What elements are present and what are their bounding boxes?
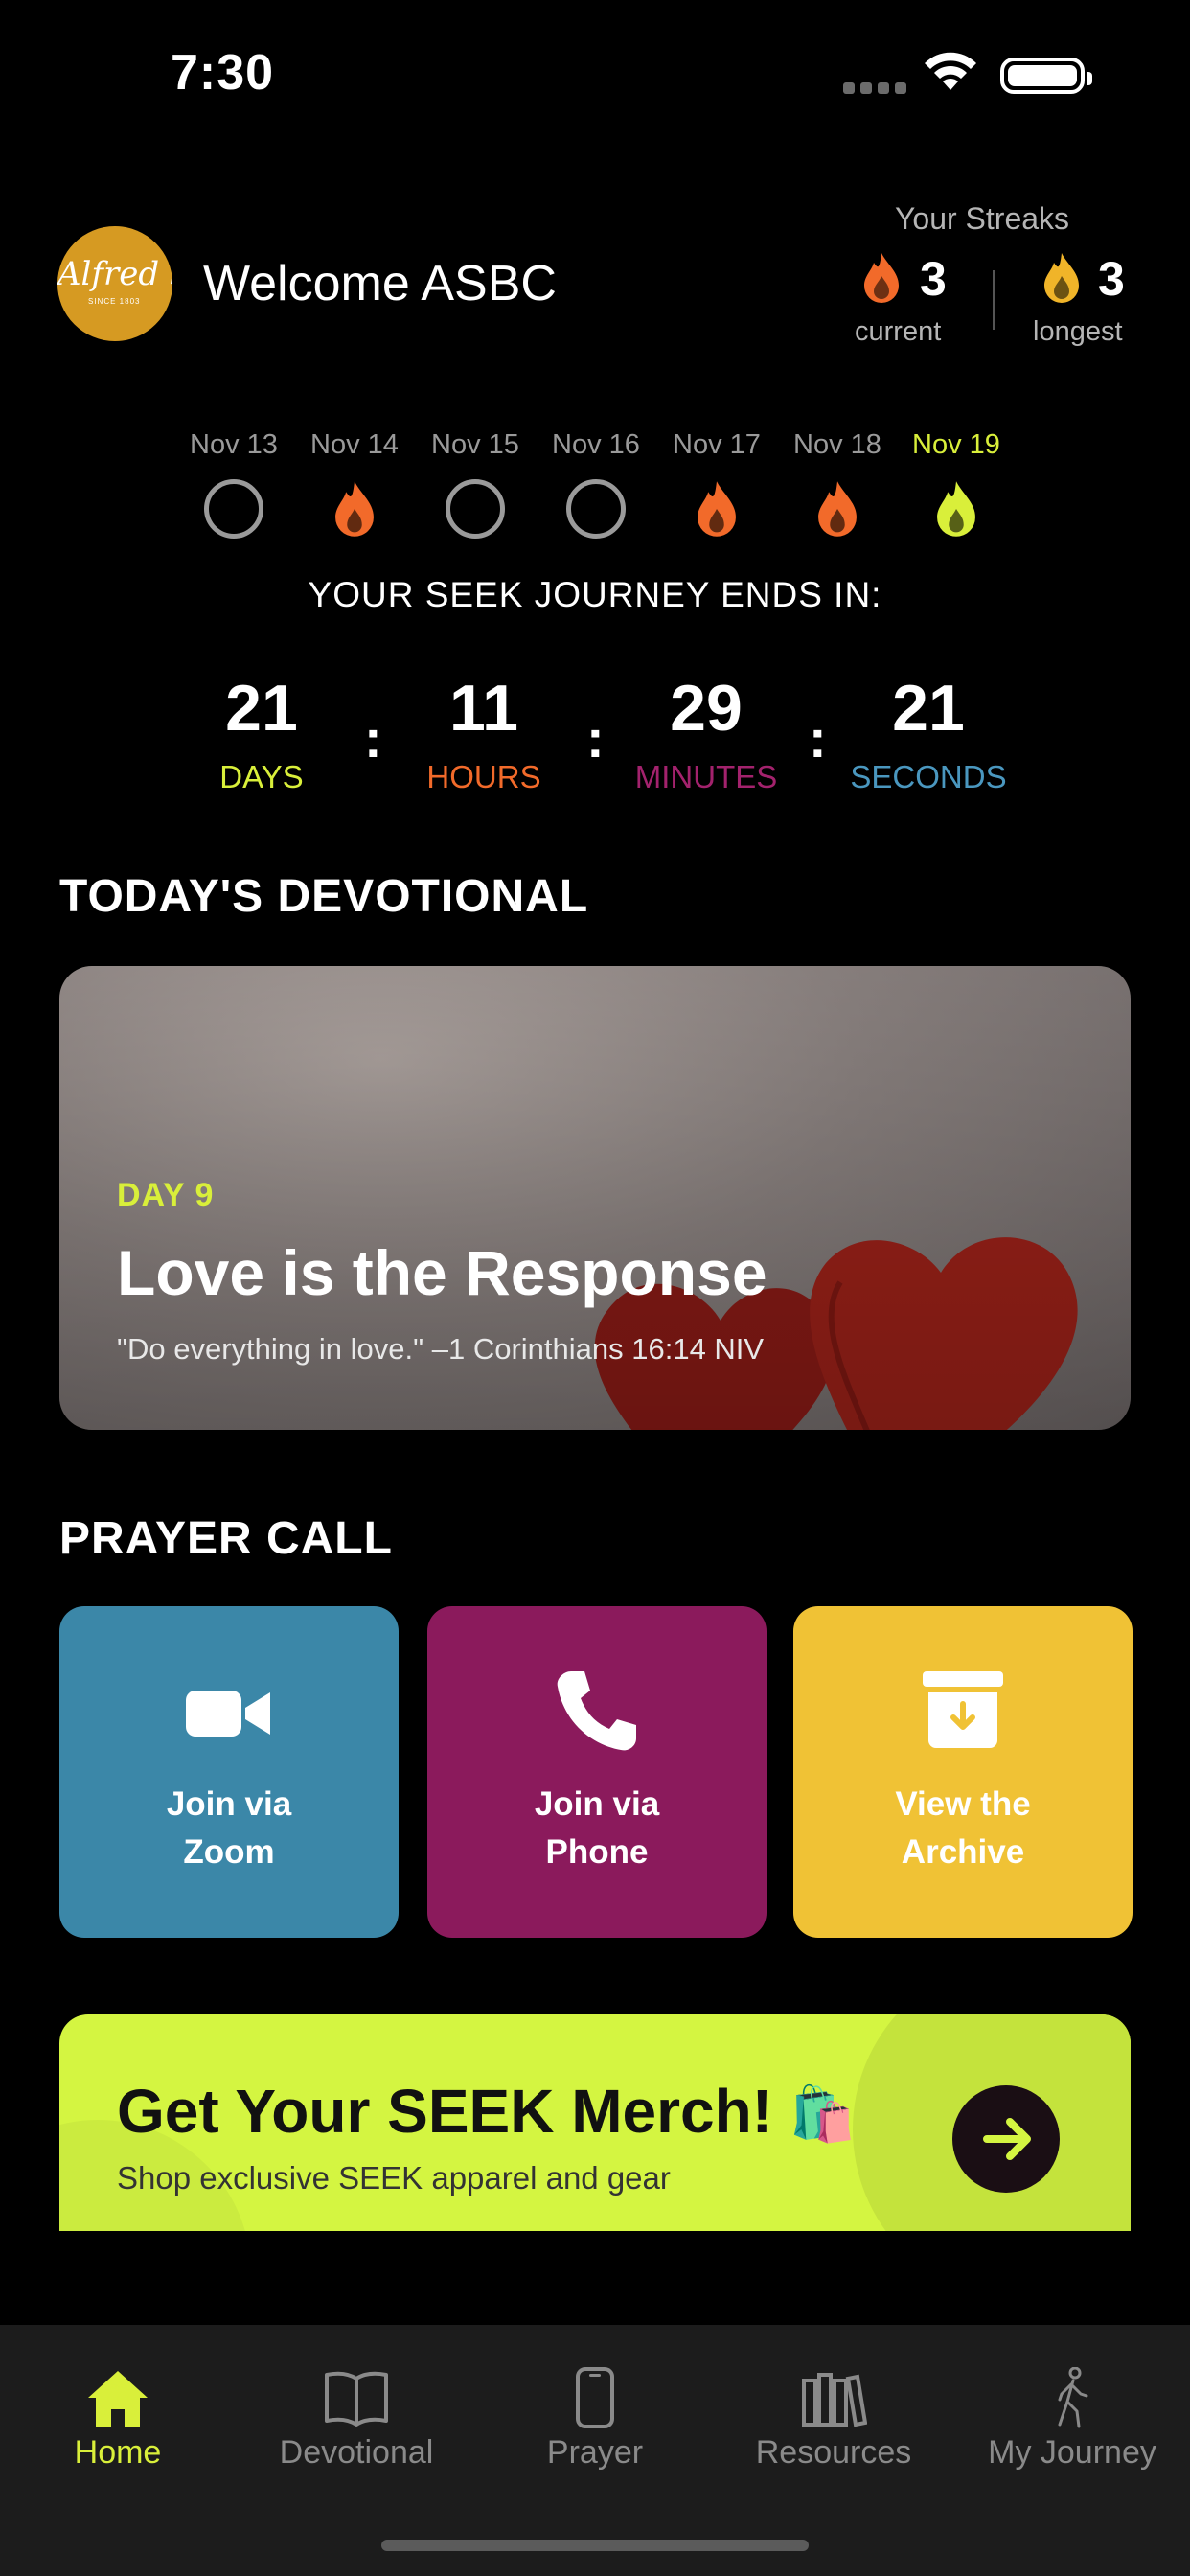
zoom-label-line2: Zoom <box>183 1833 275 1871</box>
battery-icon <box>1000 58 1092 94</box>
devotional-quote: "Do everything in love." –1 Corinthians … <box>117 1332 765 1366</box>
empty-ring-icon <box>566 479 626 539</box>
view-archive-button[interactable]: View the Archive <box>793 1606 1133 1938</box>
countdown-minutes-value: 29 <box>670 672 743 745</box>
merch-subtitle: Shop exclusive SEEK apparel and gear <box>117 2160 671 2196</box>
merch-title-text: Get Your SEEK Merch! <box>117 2077 772 2146</box>
logo-text: Alfred St <box>57 255 172 293</box>
tab-my-journey-label: My Journey <box>988 2434 1156 2471</box>
tab-devotional-label: Devotional <box>279 2434 434 2471</box>
archive-label-line1: View the <box>895 1785 1031 1823</box>
video-camera-icon <box>186 1690 270 1736</box>
tab-my-journey[interactable]: My Journey <box>957 2367 1187 2472</box>
welcome-text: Welcome ASBC <box>203 256 557 311</box>
countdown-separator: : <box>586 708 605 769</box>
devotional-title: Love is the Response <box>117 1237 767 1308</box>
week-day-label: Nov 13 <box>190 429 278 460</box>
zoom-label-line1: Join via <box>166 1785 292 1823</box>
arrow-right-icon <box>983 2118 1031 2160</box>
devotional-section-title: TODAY'S DEVOTIONAL <box>59 871 589 922</box>
shopping-bags-icon: 🛍️ <box>789 2083 857 2144</box>
join-zoom-button[interactable]: Join via Zoom <box>59 1606 399 1938</box>
merch-banner[interactable]: Get Your SEEK Merch! 🛍️ Shop exclusive S… <box>59 2014 1131 2231</box>
logo-subtext: SINCE 1803 <box>88 297 141 306</box>
tab-home[interactable]: Home <box>3 2367 233 2472</box>
phone-icon <box>557 1671 636 1751</box>
tab-prayer[interactable]: Prayer <box>480 2367 710 2472</box>
tab-devotional[interactable]: Devotional <box>241 2367 471 2472</box>
week-day-label: Nov 19 <box>912 429 1000 460</box>
countdown-hours-label: HOURS <box>426 759 541 794</box>
countdown-days-value: 21 <box>225 672 298 745</box>
countdown-seconds-label: SECONDS <box>850 759 1007 794</box>
walking-person-icon <box>1058 2367 1088 2428</box>
join-phone-button[interactable]: Join via Phone <box>427 1606 767 1938</box>
wifi-icon <box>925 52 976 90</box>
countdown-hours-value: 11 <box>449 672 518 745</box>
longest-streak-value: 3 <box>1098 252 1125 306</box>
library-icon <box>802 2373 867 2427</box>
tab-prayer-label: Prayer <box>546 2434 644 2471</box>
archive-box-icon <box>923 1671 1003 1748</box>
merch-go-button[interactable] <box>952 2085 1060 2193</box>
countdown-minutes-label: MINUTES <box>634 759 778 794</box>
tab-home-label: Home <box>74 2434 162 2471</box>
countdown-days-label: DAYS <box>219 759 304 794</box>
current-streak-label: current <box>855 316 942 347</box>
streak-divider <box>993 270 995 330</box>
book-icon <box>325 2371 388 2426</box>
empty-ring-icon <box>204 479 263 539</box>
week-day-label: Nov 15 <box>431 429 519 460</box>
home-indicator <box>381 2540 809 2551</box>
flame-icon <box>1044 253 1079 303</box>
flame-icon <box>808 479 867 539</box>
tab-resources-label: Resources <box>755 2434 912 2471</box>
flame-icon <box>927 479 986 539</box>
countdown-separator: : <box>364 708 382 769</box>
status-time: 7:30 <box>171 45 275 101</box>
week-day-label: Nov 17 <box>673 429 761 460</box>
flame-icon <box>864 253 899 303</box>
phone-label-line2: Phone <box>545 1833 649 1871</box>
flame-icon <box>325 479 384 539</box>
week-day-label: Nov 18 <box>793 429 881 460</box>
current-streak-value: 3 <box>920 252 947 306</box>
empty-ring-icon <box>446 479 505 539</box>
longest-streak-label: longest <box>1033 316 1123 347</box>
phone-device-icon <box>576 2367 614 2428</box>
church-logo: Alfred St SINCE 1803 <box>57 226 172 341</box>
phone-label-line1: Join via <box>534 1785 660 1823</box>
journey-countdown-title: YOUR SEEK JOURNEY ENDS IN: <box>308 575 882 614</box>
devotional-day: DAY 9 <box>117 1177 215 1213</box>
week-day-label: Nov 16 <box>552 429 640 460</box>
home-icon <box>88 2371 148 2426</box>
flame-icon <box>687 479 746 539</box>
week-day-label: Nov 14 <box>310 429 399 460</box>
merch-title: Get Your SEEK Merch! 🛍️ <box>117 2076 857 2147</box>
countdown-seconds-value: 21 <box>892 672 965 745</box>
countdown-separator: : <box>809 708 827 769</box>
prayer-section-title: PRAYER CALL <box>59 1513 393 1564</box>
streaks-title: Your Streaks <box>895 201 1070 236</box>
tab-resources[interactable]: Resources <box>719 2367 949 2472</box>
devotional-card[interactable]: DAY 9 Love is the Response "Do everythin… <box>59 966 1131 1430</box>
archive-label-line2: Archive <box>901 1833 1025 1871</box>
cellular-signal-icon <box>843 82 906 94</box>
